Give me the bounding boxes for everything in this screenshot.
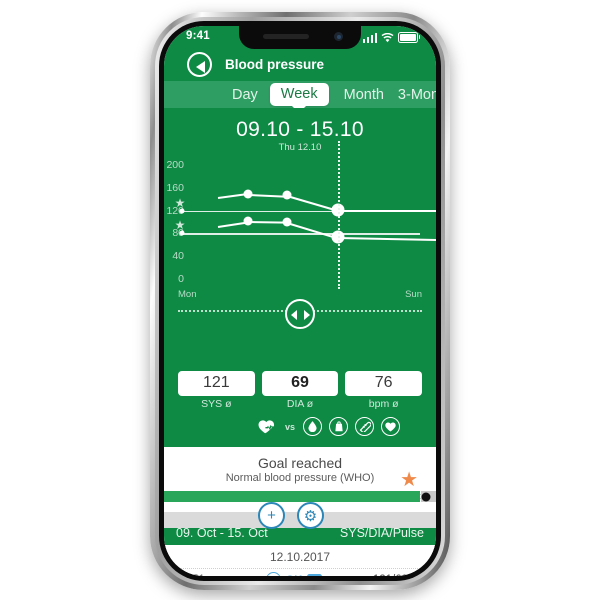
phone-frame: 9:41 Blood pressure Day Week Month 3-Mon… [150, 12, 450, 590]
data-point-sys[interactable] [282, 190, 292, 200]
stat-bpm: 76 bpm ø [345, 371, 423, 410]
stat-bpm-label: bpm ø [368, 398, 399, 410]
row-status: OK [226, 572, 362, 576]
row-values: 121/69/76 [362, 574, 424, 577]
stat-dia-label: DIA ø [286, 398, 314, 410]
phone-bezel: 9:41 Blood pressure Day Week Month 3-Mon… [159, 21, 441, 581]
compare-icon-row: vs [178, 410, 422, 445]
earpiece-speaker [263, 34, 309, 39]
stats-section: 121 SYS ø 69 DIA ø 76 bpm ø vs [164, 371, 436, 447]
chart-range-title: 09.10 - 15.10 [236, 118, 364, 141]
vs-label: vs [284, 421, 295, 432]
x-label-mon: Mon [178, 289, 197, 300]
stat-sys-value: 121 [178, 371, 255, 396]
screenshot-root: 9:41 Blood pressure Day Week Month 3-Mon… [0, 0, 600, 600]
tab-month[interactable]: Month [338, 87, 390, 103]
line-segment-sys [337, 210, 436, 212]
y-tick-200: 200 [166, 159, 184, 171]
chart-scrubber[interactable] [178, 299, 422, 329]
list-header-columns: SYS/DIA/Pulse [339, 526, 424, 540]
row-time: 09:51 [176, 574, 226, 577]
progress-marker [419, 491, 421, 502]
front-camera [334, 32, 343, 41]
phone-frame-mid: 9:41 Blood pressure Day Week Month 3-Mon… [155, 17, 445, 585]
stat-dia: 69 DIA ø [261, 371, 339, 410]
notch [239, 26, 361, 49]
list-date-header: 12.10.2017 [269, 550, 331, 564]
star-icon: ★ [400, 469, 418, 491]
progress-handle[interactable] [421, 492, 431, 501]
status-bar-time: 9:41 [186, 30, 210, 42]
goal-dot-80 [179, 230, 185, 236]
water-drop-icon[interactable] [303, 417, 322, 436]
y-tick-160: 160 [166, 181, 184, 194]
selected-day-cursor [337, 141, 340, 289]
stat-sys-label: SYS ø [201, 398, 232, 410]
wifi-icon [381, 33, 394, 43]
heart-pulse-icon[interactable] [258, 417, 277, 436]
heart-icon[interactable] [381, 417, 400, 436]
chart-panel: 09.10 - 15.10 Thu 12.10 0 40 80 120 160 200 ★ ★… [164, 108, 436, 371]
line-segment-dia [337, 237, 436, 242]
measurement-list: 12.10.2017 09:51 OK 121/69/76 10.10.2017 [164, 545, 436, 576]
chart-selected-day: Thu 12.10 [278, 142, 322, 153]
battery-icon [398, 31, 421, 43]
scrubber-handle[interactable] [285, 299, 315, 329]
app-header: Blood pressure [164, 49, 436, 81]
x-label-sun: Sun [405, 289, 422, 300]
data-point-dia[interactable] [243, 216, 253, 226]
line-segment-sys [247, 193, 288, 197]
weight-icon[interactable] [329, 417, 348, 436]
y-tick-0: 0 [178, 273, 184, 285]
comment-icon[interactable] [307, 574, 323, 576]
goal-subtitle: Normal blood pressure (WHO) [225, 472, 375, 484]
stats-row: 121 SYS ø 69 DIA ø 76 bpm ø [178, 371, 423, 410]
blood-pressure-chart[interactable]: 0 40 80 120 160 200 ★ ★ [166, 141, 436, 289]
shoe-icon[interactable] [355, 417, 374, 436]
phone-screen: 9:41 Blood pressure Day Week Month 3-Mon… [164, 26, 436, 576]
add-button[interactable]: + [258, 502, 285, 529]
status-bar-icons [362, 31, 421, 43]
goal-dot-120 [179, 208, 185, 214]
stat-dia-value: 69 [261, 371, 339, 396]
page-title: Blood pressure [225, 57, 325, 72]
smiley-icon [265, 572, 281, 576]
tab-week[interactable]: Week [269, 83, 329, 106]
period-tabs: Day Week Month 3-Mon [164, 81, 436, 108]
settings-button[interactable]: ⚙ [297, 502, 324, 529]
tab-day[interactable]: Day [226, 87, 264, 103]
data-point-sys[interactable] [243, 189, 253, 198]
goal-title: Goal reached [257, 455, 343, 471]
data-point-dia[interactable] [282, 217, 292, 227]
tab-3-months[interactable]: 3-Mon [392, 87, 436, 103]
progress-fill [164, 491, 420, 502]
stat-bpm-value: 76 [345, 371, 423, 396]
back-arrow-icon[interactable] [187, 52, 212, 77]
row-status-label: OK [286, 574, 303, 577]
list-header-range: 09. Oct - 15. Oct [176, 526, 268, 540]
stat-sys: 121 SYS ø [178, 371, 255, 410]
goal-progress-bar[interactable] [164, 491, 436, 502]
table-row[interactable]: 09:51 OK 121/69/76 [164, 568, 436, 576]
goal-section: Goal reached Normal blood pressure (WHO)… [164, 447, 436, 491]
signal-bars-icon [362, 33, 377, 43]
line-segment-dia [247, 221, 287, 224]
action-bar: + ⚙ [164, 502, 436, 529]
y-tick-40: 40 [172, 250, 184, 263]
reference-line-80 [182, 233, 420, 235]
